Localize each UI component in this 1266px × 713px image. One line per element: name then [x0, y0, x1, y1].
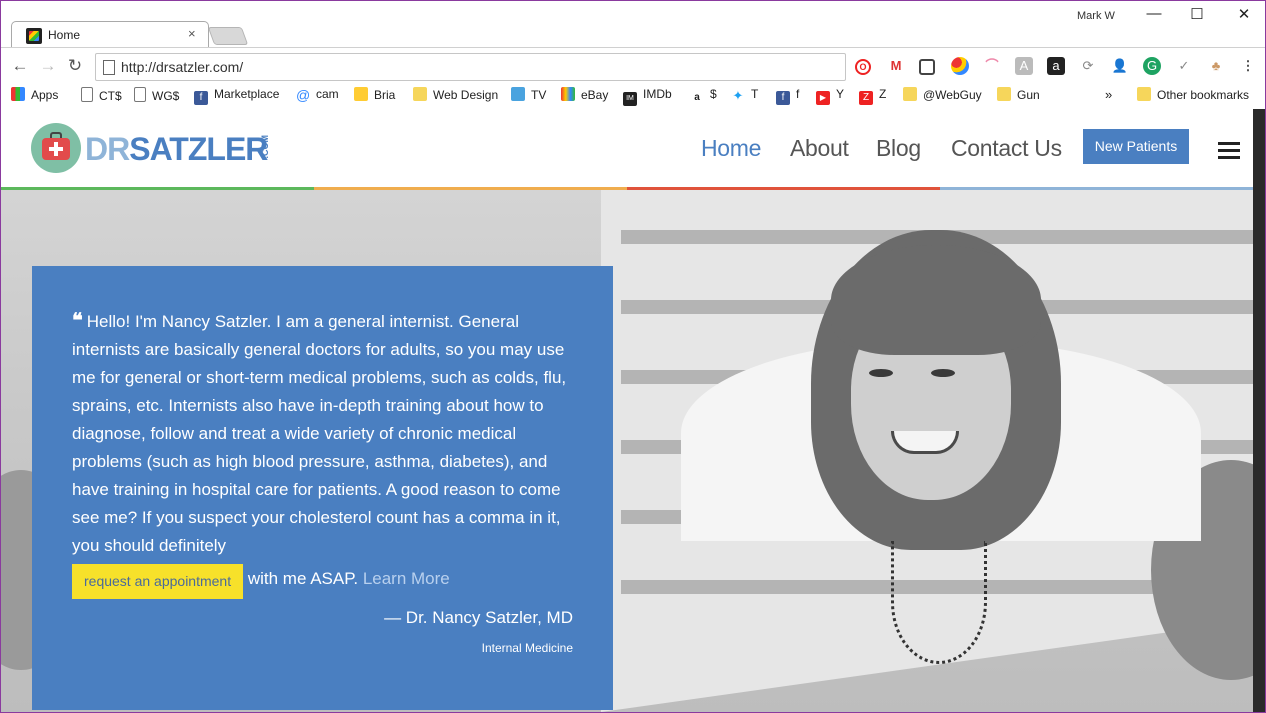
- acorn-extension-icon[interactable]: ♣: [1207, 57, 1225, 75]
- youtube-icon: ▶: [816, 91, 830, 105]
- bookmark-item[interactable]: ZZ: [859, 87, 886, 105]
- puzzle-extension-icon[interactable]: A: [1015, 57, 1033, 75]
- close-window-icon[interactable]: ✕: [1229, 5, 1259, 23]
- bookmark-item[interactable]: eBay: [561, 87, 608, 102]
- bria-icon: [354, 87, 368, 101]
- new-patients-button[interactable]: New Patients: [1083, 129, 1189, 164]
- sync-extension-icon[interactable]: ⟳: [1079, 57, 1097, 75]
- logo-dr: DR: [85, 131, 130, 167]
- bookmark-item[interactable]: Apps: [11, 87, 58, 102]
- bookmarks-overflow-icon[interactable]: »: [1105, 87, 1112, 102]
- quote-body: Hello! I'm Nancy Satzler. I am a general…: [72, 312, 567, 555]
- color-extension-icon[interactable]: [951, 57, 969, 75]
- logo-name: SATZLER: [129, 131, 268, 167]
- tv-icon: [511, 87, 525, 101]
- quote-tail: with me ASAP.: [243, 568, 363, 588]
- logo-wordmark[interactable]: DRSATZLER: [85, 131, 268, 168]
- folder-icon: [997, 87, 1011, 101]
- bookmark-item[interactable]: Web Design: [413, 87, 498, 102]
- tab-title: Home: [48, 28, 81, 42]
- quote-icon: ❝: [72, 308, 83, 332]
- page-icon: [81, 87, 93, 102]
- profile-name[interactable]: Mark W: [1077, 10, 1115, 22]
- site-header: DRSATZLER .COM Home About Blog Contact U…: [1, 109, 1253, 189]
- reload-icon[interactable]: ↻: [64, 56, 86, 76]
- twitter-icon: ✦: [732, 88, 744, 103]
- bookmark-item[interactable]: WG$: [134, 87, 179, 103]
- page-icon: [134, 87, 146, 102]
- nav-blog[interactable]: Blog: [876, 135, 921, 162]
- intro-quote: ❝ Hello! I'm Nancy Satzler. I am a genera…: [72, 306, 577, 599]
- people-extension-icon[interactable]: 👤: [1111, 57, 1129, 75]
- bookmark-item[interactable]: ✦ T: [731, 87, 759, 103]
- tab-home[interactable]: Home ×: [11, 21, 209, 49]
- site-favicon-icon: [26, 28, 42, 44]
- tab-close-icon[interactable]: ×: [188, 26, 196, 41]
- learn-more-link[interactable]: Learn More: [363, 569, 450, 588]
- ebay-icon: [561, 87, 575, 101]
- page-info-icon[interactable]: [103, 60, 115, 75]
- tab-strip: Home × Mark W — ☐ ✕: [1, 1, 1265, 49]
- imdb-icon: IM: [623, 92, 637, 106]
- bookmark-item[interactable]: f Marketplace: [194, 87, 279, 105]
- request-appointment-button[interactable]: request an appointment: [72, 564, 244, 599]
- apps-grid-icon: [11, 87, 25, 101]
- folder-icon: [1137, 87, 1151, 101]
- amazon-extension-icon[interactable]: a: [1047, 57, 1065, 75]
- folder-icon: [903, 87, 917, 101]
- bookmark-item[interactable]: @ cam: [296, 87, 339, 102]
- rainbow-extension-icon[interactable]: ⌒: [983, 57, 1001, 75]
- bookmark-item[interactable]: a $: [690, 87, 716, 105]
- bookmark-item[interactable]: ff: [776, 87, 799, 105]
- necklace-image: [891, 541, 987, 664]
- logo-com: .COM: [260, 135, 270, 159]
- bookmark-item[interactable]: TV: [511, 87, 546, 102]
- bookmarks-bar: Apps CT$ WG$ f Marketplace @ cam Bria Web …: [1, 83, 1265, 110]
- menu-icon[interactable]: ⋮: [1239, 57, 1257, 75]
- z-icon: Z: [859, 91, 873, 105]
- facebook-icon: f: [194, 91, 208, 105]
- nav-contact-us[interactable]: Contact Us: [951, 135, 1062, 162]
- url-text[interactable]: http://drsatzler.com/: [121, 59, 243, 75]
- opera-extension-icon[interactable]: O: [855, 59, 871, 75]
- facebook-icon: f: [776, 91, 790, 105]
- folder-icon: [413, 87, 427, 101]
- check-extension-icon[interactable]: ✓: [1175, 57, 1193, 75]
- intro-quote-box: ❝ Hello! I'm Nancy Satzler. I am a genera…: [32, 266, 613, 710]
- bookmark-item[interactable]: Bria: [354, 87, 395, 102]
- bookmark-item[interactable]: CT$: [81, 87, 122, 103]
- bookmark-item[interactable]: IM IMDb: [623, 87, 672, 106]
- quote-specialty: Internal Medicine: [481, 641, 573, 655]
- bookmark-item[interactable]: @WebGuy: [903, 87, 982, 102]
- quote-signature: — Dr. Nancy Satzler, MD: [384, 608, 573, 627]
- maximize-icon[interactable]: ☐: [1182, 5, 1212, 23]
- browser-window: Home × Mark W — ☐ ✕ ← → ↻ http://drsatzl…: [0, 0, 1266, 713]
- bookmark-item[interactable]: Gun: [997, 87, 1040, 102]
- grammarly-extension-icon[interactable]: G: [1143, 57, 1161, 75]
- nav-home[interactable]: Home: [701, 135, 761, 162]
- amazon-icon: a: [694, 92, 700, 103]
- back-icon[interactable]: ←: [9, 56, 31, 76]
- new-tab-button[interactable]: [207, 27, 249, 45]
- minimize-icon[interactable]: —: [1139, 5, 1169, 22]
- gmail-extension-icon[interactable]: M: [887, 57, 905, 75]
- at-icon: @: [296, 87, 311, 103]
- forward-icon[interactable]: →: [37, 56, 59, 76]
- other-bookmarks[interactable]: Other bookmarks: [1137, 87, 1249, 102]
- hamburger-menu-icon[interactable]: [1218, 142, 1240, 160]
- logo-medical-bag-icon[interactable]: [31, 123, 81, 173]
- browser-toolbar: ← → ↻ http://drsatzler.com/ O M ⌒ A a ⟳ …: [1, 47, 1265, 84]
- screenshot-extension-icon[interactable]: [919, 59, 935, 75]
- address-bar[interactable]: http://drsatzler.com/: [95, 53, 846, 81]
- scrollbar[interactable]: [1253, 109, 1265, 712]
- bookmark-item[interactable]: ▶ Y: [816, 87, 844, 105]
- nav-about[interactable]: About: [790, 135, 849, 162]
